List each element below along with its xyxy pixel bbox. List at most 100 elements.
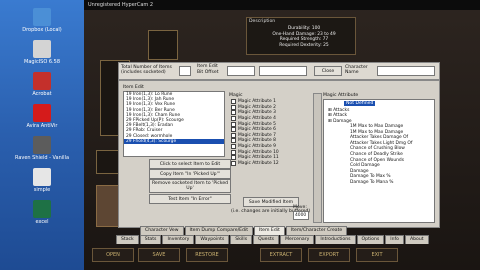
checkbox[interactable]	[231, 110, 236, 116]
magic-attribute-label: Magic Attribute 6	[238, 127, 276, 133]
checkbox[interactable]	[231, 121, 236, 127]
game-button-open[interactable]: OPEN	[92, 248, 134, 262]
attr-group[interactable]: ⊞ Damage	[328, 119, 352, 124]
magic-attribute-label: Magic Attribute 3	[238, 110, 276, 116]
desktop-icon-label: MagicISO 6.58	[24, 59, 60, 65]
tab[interactable]: Info	[385, 235, 404, 244]
tab[interactable]: Item/Character Create	[285, 226, 348, 235]
desktop-icon[interactable]: excel	[6, 200, 78, 225]
checkbox[interactable]	[231, 138, 236, 144]
magic-attribute-label: Magic Attribute 11	[238, 155, 279, 161]
tab[interactable]: Stats	[139, 235, 162, 244]
desktop-icon[interactable]: Raven Shield - Vanilla	[6, 136, 78, 161]
desktop-icon-label: Avira AntiVir	[26, 123, 58, 129]
document-icon	[33, 168, 51, 186]
desktop-icon-label: Raven Shield - Vanilla	[14, 155, 70, 161]
game-icon	[33, 136, 51, 154]
attr-option[interactable]: 1M Max to Max Damage	[350, 124, 412, 130]
tab[interactable]: Character Vew	[140, 226, 184, 235]
desktop-icon-label: Acrobat	[32, 91, 52, 97]
tab[interactable]: Item Edit	[254, 226, 285, 235]
avira-icon	[33, 104, 51, 122]
window-title-bar: Unregistered HyperCam 2	[84, 0, 480, 10]
armor-slot-boots	[96, 150, 120, 174]
game-button-export[interactable]: EXPORT	[308, 248, 350, 262]
checkbox[interactable]	[231, 127, 236, 133]
magic-attribute-label: Magic Attribute 5	[238, 121, 276, 127]
tab[interactable]: Skills	[230, 235, 253, 244]
attr-options: 1M Max to Max Damage 1M Max to Max Damage…	[350, 124, 412, 186]
acrobat-icon	[33, 72, 51, 90]
copy-item-button[interactable]: Copy Item "In 'Picked Up'"	[149, 169, 231, 179]
save-modified-button[interactable]: Save Modified Item	[243, 197, 299, 207]
desktop-icon[interactable]: Dropbox (Local)	[6, 8, 78, 33]
attr-option[interactable]: Attacker Takes Damage Of	[350, 135, 412, 141]
attr-tree[interactable]: Not Defined ⊞ Attacks ⊞ Attack ⊞ Damage 1M…	[323, 99, 435, 223]
bottom-tab-bar: Stack Stats Inventory Waypoints Skills Quests…	[116, 235, 430, 244]
item-edit-header-label: Item Edit	[197, 64, 218, 69]
click-select-button[interactable]: Click to select Item to Edit	[149, 159, 231, 169]
tab[interactable]: Waypoints	[195, 235, 230, 244]
checkbox[interactable]	[231, 160, 236, 166]
editor-top-bar: Total Number of Items (includes socketed…	[118, 62, 440, 80]
checkbox[interactable]	[231, 132, 236, 138]
scrollbar[interactable]	[313, 93, 322, 223]
magic-attribute-label: Magic Attribute 12	[238, 160, 279, 166]
game-button-exit[interactable]: EXIT	[356, 248, 398, 262]
dropbox-icon	[33, 8, 51, 26]
desktop: Dropbox (Local) MagicISO 6.58 Acrobat Avira…	[0, 0, 84, 270]
move-field[interactable]: 4000	[293, 211, 309, 220]
checkbox[interactable]	[231, 99, 236, 105]
armor-slot-helm	[148, 30, 178, 60]
tab[interactable]: Options	[356, 235, 385, 244]
desktop-icon-label: excel	[35, 219, 49, 225]
desktop-icon[interactable]: Avira AntiVir	[6, 104, 78, 129]
not-defined-item[interactable]: Not Defined	[344, 101, 376, 106]
desktop-icon[interactable]: MagicISO 6.58	[6, 40, 78, 65]
game-button-extract[interactable]: EXTRACT	[260, 248, 302, 262]
excel-icon	[33, 200, 51, 218]
magic-attribute-row[interactable]: Magic Attribute 12	[229, 160, 309, 167]
checkbox[interactable]	[231, 116, 236, 122]
close-button[interactable]: Close	[314, 66, 342, 76]
move-value: 4000	[295, 213, 307, 218]
tab[interactable]: About	[404, 235, 429, 244]
desktop-icon[interactable]: simple	[6, 168, 78, 193]
tab[interactable]: Item Dump Compare/Edit	[184, 226, 254, 235]
checkbox[interactable]	[231, 144, 236, 150]
move-label: Move:	[293, 205, 307, 210]
bit-offset-field[interactable]	[227, 66, 255, 76]
magic-attribute-list: Magic Attribute 1 Magic Attribute 2 Magic …	[229, 99, 309, 166]
game-button-restore[interactable]: RESTORE	[186, 248, 228, 262]
test-item-button[interactable]: Test Item "In Error"	[149, 194, 231, 204]
tab[interactable]: Inventory	[162, 235, 195, 244]
item-list-title: Item Edit	[123, 85, 144, 90]
checkbox[interactable]	[231, 149, 236, 155]
character-name-label: Character Name	[345, 65, 368, 75]
magic-attribute-label: Magic Attribute 4	[238, 116, 276, 122]
bit-offset-label: Bit Offset	[197, 70, 219, 75]
attr-title: Magic Attribute	[323, 93, 359, 98]
item-list[interactable]: 19 Iron(1,3): Lo Rune 19 Iron(1,3): Jah R…	[123, 91, 225, 157]
game-button-save[interactable]: SAVE	[138, 248, 180, 262]
tab[interactable]: Stack	[116, 235, 139, 244]
magic-attribute-label: Magic Attribute 1	[238, 99, 276, 105]
magic-attribute-label: Magic Attribute 8	[238, 138, 276, 144]
description-line: Required Dexterity: 25	[279, 42, 329, 48]
desktop-icon[interactable]: Acrobat	[6, 72, 78, 97]
character-name-field[interactable]	[377, 66, 435, 76]
description-title: Description	[249, 19, 276, 24]
tab[interactable]: Introductions	[315, 235, 356, 244]
checkbox[interactable]	[231, 104, 236, 110]
tab[interactable]: Mercenary	[280, 235, 315, 244]
description-lines: Durability: 100 One-Hand Damage: 23 to 49…	[259, 26, 349, 48]
remove-socketed-button[interactable]: Remove socketed Item to 'Picked Up'	[149, 179, 231, 193]
num-items-field[interactable]	[179, 66, 191, 76]
item-editor-panel: Item Edit 19 Iron(1,3): Lo Rune 19 Iron(1…	[118, 80, 440, 228]
checkbox[interactable]	[231, 155, 236, 161]
character-field[interactable]	[259, 66, 307, 76]
attr-option[interactable]: Damage To Mana %	[350, 180, 412, 186]
tab[interactable]: Quests	[253, 235, 280, 244]
description-panel: Description Durability: 100 One-Hand Dama…	[246, 17, 356, 55]
item-list-row[interactable]: 29 Fhold(4,3): Scourge	[124, 138, 224, 144]
